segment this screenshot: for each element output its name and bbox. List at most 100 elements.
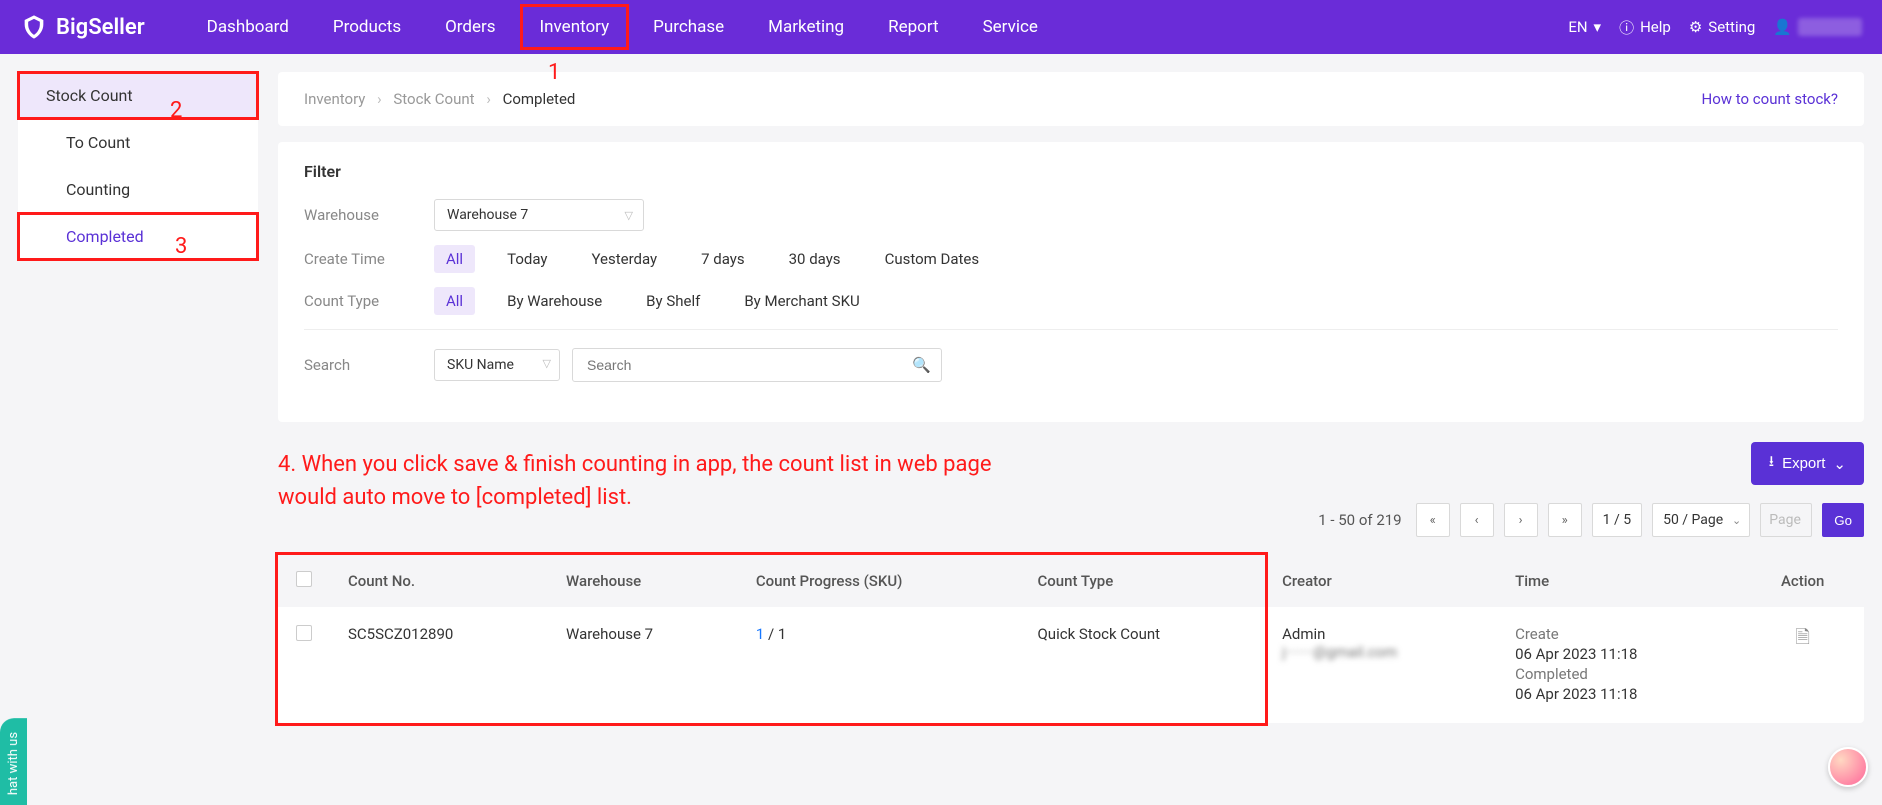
help-label: Help	[1640, 18, 1671, 36]
search-icon[interactable]: 🔍	[912, 356, 931, 374]
time-custom[interactable]: Custom Dates	[873, 245, 992, 273]
pager-next[interactable]: ›	[1504, 503, 1538, 537]
select-all-checkbox[interactable]	[296, 571, 312, 587]
nav-marketing[interactable]: Marketing	[746, 2, 866, 52]
create-label: Create	[1515, 625, 1723, 643]
filter-divider	[304, 329, 1838, 330]
crumb-stock-count[interactable]: Stock Count	[393, 90, 474, 108]
pager-range: 1 - 50 of 219	[1318, 511, 1401, 529]
help-link[interactable]: ⓘ Help	[1619, 17, 1671, 38]
chat-widget-tab[interactable]: hat with us	[0, 718, 27, 805]
chevron-down-icon: ⌄	[1732, 514, 1741, 527]
export-button[interactable]: ⭳ Export ⌄	[1751, 442, 1864, 485]
sidebar-item-counting[interactable]: Counting	[18, 166, 258, 213]
cell-warehouse: Warehouse 7	[548, 607, 738, 723]
brand-text: BigSeller	[56, 15, 145, 40]
chevron-down-icon: ⌄	[1833, 455, 1846, 473]
nav-orders[interactable]: Orders	[423, 2, 517, 52]
filter-title: Filter	[304, 162, 1838, 181]
nav-report[interactable]: Report	[866, 2, 960, 52]
search-input-wrap: 🔍	[572, 348, 942, 382]
crumb-completed: Completed	[503, 90, 576, 108]
pager-prev[interactable]: ‹	[1460, 503, 1494, 537]
chat-avatar-icon[interactable]	[1828, 747, 1868, 787]
type-by-warehouse[interactable]: By Warehouse	[495, 287, 614, 315]
time-yesterday[interactable]: Yesterday	[579, 245, 669, 273]
cell-progress: 1 / 1	[738, 607, 1020, 723]
chevron-down-icon: ▽	[625, 209, 633, 222]
th-warehouse: Warehouse	[548, 555, 738, 607]
help-icon: ⓘ	[1619, 17, 1634, 38]
th-action: Action	[1741, 555, 1864, 607]
cell-count-no: SC5SCZ012890	[330, 607, 548, 723]
download-icon: ⭳	[1769, 451, 1774, 476]
sidebar-item-label: Stock Count	[46, 86, 133, 105]
user-name-redacted	[1798, 18, 1862, 36]
user-menu[interactable]: 👤	[1773, 18, 1862, 36]
per-page-label: 50 / Page	[1663, 512, 1723, 528]
nav-purchase[interactable]: Purchase	[631, 2, 746, 52]
nav-inventory[interactable]: Inventory	[518, 2, 632, 52]
go-button[interactable]: Go	[1822, 503, 1864, 537]
page-jump-input[interactable]: Page	[1760, 503, 1812, 537]
breadcrumb-panel: Inventory › Stock Count › Completed How …	[278, 72, 1864, 126]
warehouse-label: Warehouse	[304, 206, 414, 224]
cell-type: Quick Stock Count	[1019, 607, 1264, 723]
time-30days[interactable]: 30 days	[777, 245, 853, 273]
type-by-sku[interactable]: By Merchant SKU	[732, 287, 871, 315]
lang-selector[interactable]: EN ▾	[1568, 18, 1601, 36]
chevron-down-icon: ▾	[1594, 18, 1602, 36]
pager-first[interactable]: «	[1416, 503, 1450, 537]
how-to-link[interactable]: How to count stock?	[1702, 90, 1838, 108]
th-time: Time	[1497, 555, 1741, 607]
export-label: Export	[1782, 455, 1825, 472]
filter-panel: Filter Warehouse Warehouse 7 ▽ Create Ti…	[278, 142, 1864, 422]
document-icon[interactable]: 🗎	[1795, 627, 1809, 648]
warehouse-select[interactable]: Warehouse 7 ▽	[434, 199, 644, 231]
search-input[interactable]	[583, 349, 912, 381]
cell-time: Create 06 Apr 2023 11:18 Completed 06 Ap…	[1497, 607, 1741, 723]
lang-label: EN	[1568, 18, 1587, 36]
th-creator: Creator	[1264, 555, 1497, 607]
nav-products[interactable]: Products	[311, 2, 423, 52]
creator-name: Admin	[1282, 625, 1479, 643]
table-row: SC5SCZ012890 Warehouse 7 1 / 1 Quick Sto…	[278, 607, 1864, 723]
gear-icon: ⚙	[1689, 18, 1702, 36]
th-type: Count Type	[1019, 555, 1264, 607]
type-all[interactable]: All	[434, 287, 475, 315]
crumb-sep: ›	[377, 90, 382, 108]
completed-label: Completed	[1515, 665, 1723, 683]
per-page-select[interactable]: 50 / Page ⌄	[1652, 503, 1750, 537]
pager-current: 1 / 5	[1592, 503, 1642, 537]
brand-logo[interactable]: BigSeller	[20, 13, 145, 41]
count-type-label: Count Type	[304, 292, 414, 310]
sidebar-item-label: Counting	[66, 180, 130, 199]
search-field-value: SKU Name	[447, 357, 514, 373]
setting-link[interactable]: ⚙ Setting	[1689, 18, 1755, 36]
main-content: Inventory › Stock Count › Completed How …	[278, 72, 1864, 723]
cell-creator: Admin j·······@gmail.com	[1264, 607, 1497, 723]
crumb-inventory[interactable]: Inventory	[304, 90, 365, 108]
progress-done[interactable]: 1	[756, 625, 764, 643]
time-all[interactable]: All	[434, 245, 475, 273]
create-time: 06 Apr 2023 11:18	[1515, 645, 1723, 663]
sidebar-item-completed[interactable]: Completed	[18, 213, 258, 260]
type-by-shelf[interactable]: By Shelf	[634, 287, 712, 315]
sidebar-item-to-count[interactable]: To Count	[18, 119, 258, 166]
top-navbar: BigSeller Dashboard Products Orders Inve…	[0, 0, 1882, 54]
sidebar: Stock Count To Count Counting Completed	[18, 72, 258, 260]
pager-last[interactable]: »	[1548, 503, 1582, 537]
sidebar-item-stock-count[interactable]: Stock Count	[18, 72, 258, 119]
time-7days[interactable]: 7 days	[689, 245, 757, 273]
nav-service[interactable]: Service	[961, 2, 1060, 52]
setting-label: Setting	[1708, 18, 1755, 36]
annotation-1: 1	[548, 60, 560, 85]
row-checkbox[interactable]	[296, 625, 312, 641]
nav-dashboard[interactable]: Dashboard	[185, 2, 311, 52]
time-today[interactable]: Today	[495, 245, 559, 273]
search-field-select[interactable]: SKU Name ▽	[434, 349, 560, 381]
brand-icon	[20, 13, 48, 41]
search-label: Search	[304, 356, 414, 374]
sidebar-item-label: To Count	[66, 133, 130, 152]
creator-email: j·······@gmail.com	[1282, 643, 1479, 661]
